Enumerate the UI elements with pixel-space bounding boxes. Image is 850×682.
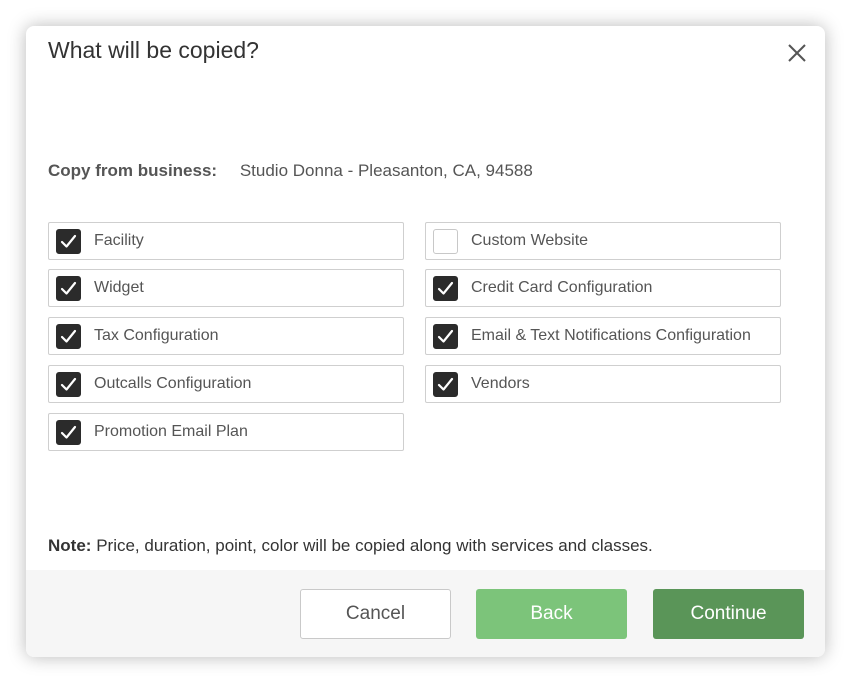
checkbox-unchecked[interactable] <box>433 229 458 254</box>
dialog-title: What will be copied? <box>48 37 259 63</box>
checkbox-checked[interactable] <box>433 324 458 349</box>
note-text: Note: Price, duration, point, color will… <box>48 536 653 556</box>
option-custom-website[interactable]: Custom Website <box>425 222 781 260</box>
option-tax-configuration[interactable]: Tax Configuration <box>48 317 404 355</box>
option-label: Email & Text Notifications Configuration <box>471 327 751 344</box>
copy-source-row: Copy from business: Studio Donna - Pleas… <box>48 161 533 181</box>
checkbox-checked[interactable] <box>56 324 81 349</box>
option-facility[interactable]: Facility <box>48 222 404 260</box>
checkbox-checked[interactable] <box>56 372 81 397</box>
checkmark-icon <box>437 329 454 343</box>
option-label: Vendors <box>471 375 530 392</box>
option-label: Credit Card Configuration <box>471 279 653 296</box>
checkmark-icon <box>60 234 77 248</box>
checkmark-icon <box>60 425 77 439</box>
option-credit-card-configuration[interactable]: Credit Card Configuration <box>425 269 781 307</box>
checkbox-checked[interactable] <box>433 372 458 397</box>
copy-settings-dialog: What will be copied? Copy from business:… <box>26 26 825 657</box>
option-label: Outcalls Configuration <box>94 375 252 392</box>
option-label: Tax Configuration <box>94 327 219 344</box>
option-outcalls-configuration[interactable]: Outcalls Configuration <box>48 365 404 403</box>
checkmark-icon <box>437 281 454 295</box>
option-email-text-notifications-configuration[interactable]: Email & Text Notifications Configuration <box>425 317 781 355</box>
dialog-footer: Cancel Back Continue <box>26 570 825 657</box>
checkmark-icon <box>437 377 454 391</box>
checkbox-checked[interactable] <box>56 276 81 301</box>
checkmark-icon <box>60 281 77 295</box>
checkbox-checked[interactable] <box>433 276 458 301</box>
checkbox-checked[interactable] <box>56 420 81 445</box>
note-label: Note: <box>48 536 92 555</box>
close-icon[interactable] <box>784 40 810 66</box>
note-body: Price, duration, point, color will be co… <box>96 536 653 555</box>
option-label: Custom Website <box>471 232 589 249</box>
option-label: Widget <box>94 279 144 296</box>
option-label: Facility <box>94 232 144 249</box>
copy-source-label: Copy from business: <box>48 161 218 180</box>
checkmark-icon <box>60 329 77 343</box>
option-vendors[interactable]: Vendors <box>425 365 781 403</box>
checkbox-checked[interactable] <box>56 229 81 254</box>
checkmark-icon <box>60 377 77 391</box>
option-promotion-email-plan[interactable]: Promotion Email Plan <box>48 413 404 451</box>
continue-button[interactable]: Continue <box>653 589 804 639</box>
option-label: Promotion Email Plan <box>94 423 248 440</box>
back-button[interactable]: Back <box>476 589 627 639</box>
option-widget[interactable]: Widget <box>48 269 404 307</box>
cancel-button[interactable]: Cancel <box>300 589 451 639</box>
copy-source-value: Studio Donna - Pleasanton, CA, 94588 <box>239 161 533 180</box>
